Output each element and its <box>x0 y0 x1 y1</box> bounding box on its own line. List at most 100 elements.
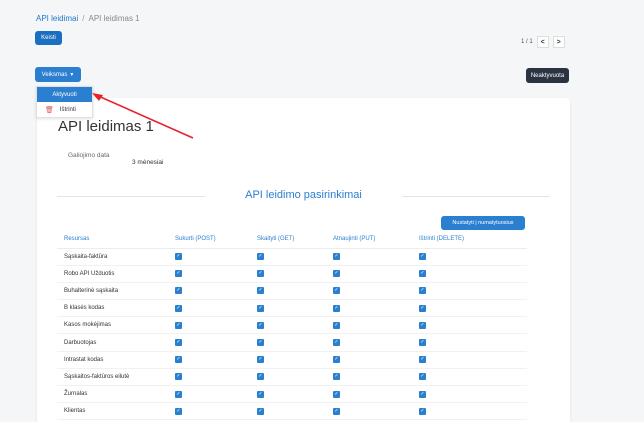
read-permission-cell: ✓ <box>257 299 333 318</box>
checkbox-checked-icon[interactable]: ✓ <box>257 339 264 347</box>
edit-button[interactable]: Keisti <box>35 31 62 45</box>
checkbox-checked-icon[interactable]: ✓ <box>333 373 340 381</box>
delete-permission-cell: ✓ <box>419 282 527 301</box>
checkbox-checked-icon[interactable]: ✓ <box>333 339 340 347</box>
table-row: Klientas ✓ ✓ ✓ ✓ <box>57 402 527 421</box>
update-permission-cell: ✓ <box>333 282 419 301</box>
breadcrumb-current: API leidimas 1 <box>88 14 140 23</box>
read-permission-cell: ✓ <box>257 385 333 404</box>
table-row: Robo API Užduotis ✓ ✓ ✓ ✓ <box>57 265 527 283</box>
column-header: Sukurti (POST) <box>175 231 257 249</box>
checkbox-checked-icon[interactable]: ✓ <box>333 287 340 295</box>
checkbox-checked-icon[interactable]: ✓ <box>333 253 340 261</box>
checkbox-checked-icon[interactable]: ✓ <box>257 304 264 312</box>
reset-defaults-button[interactable]: Nustatyti į numatytuosius <box>441 216 525 230</box>
trash-icon: 🗑 <box>45 106 54 114</box>
checkbox-checked-icon[interactable]: ✓ <box>175 270 182 278</box>
checkbox-checked-icon[interactable]: ✓ <box>175 339 182 347</box>
table-row: Sąskaitos-faktūros eilutė ✓ ✓ ✓ ✓ <box>57 368 527 387</box>
breadcrumb-parent-link[interactable]: API leidimai <box>36 14 78 23</box>
checkbox-checked-icon[interactable]: ✓ <box>175 321 182 329</box>
breadcrumb-separator: / <box>82 14 85 23</box>
read-permission-cell: ✓ <box>257 248 333 266</box>
table-row: Intrastat kodas ✓ ✓ ✓ ✓ <box>57 351 527 369</box>
checkbox-checked-icon[interactable]: ✓ <box>333 304 340 312</box>
column-header: Atnaujinti (PUT) <box>333 231 419 249</box>
checkbox-checked-icon[interactable]: ✓ <box>257 287 264 295</box>
checkbox-checked-icon[interactable]: ✓ <box>419 339 426 347</box>
create-permission-cell: ✓ <box>175 402 257 421</box>
read-permission-cell: ✓ <box>257 402 333 421</box>
checkbox-checked-icon[interactable]: ✓ <box>419 356 426 364</box>
delete-permission-cell: ✓ <box>419 368 527 387</box>
checkbox-checked-icon[interactable]: ✓ <box>333 390 340 398</box>
table-row: Buhalterinė sąskaita ✓ ✓ ✓ ✓ <box>57 282 527 301</box>
delete-permission-cell: ✓ <box>419 351 527 369</box>
checkbox-checked-icon[interactable]: ✓ <box>257 390 264 398</box>
checkbox-checked-icon[interactable]: ✓ <box>257 321 264 329</box>
resource-name: Robo API Užduotis <box>57 265 175 283</box>
breadcrumb: API leidimai / API leidimas 1 <box>36 14 140 23</box>
checkbox-checked-icon[interactable]: ✓ <box>175 356 182 364</box>
update-permission-cell: ✓ <box>333 316 419 335</box>
update-permission-cell: ✓ <box>333 248 419 266</box>
checkbox-checked-icon[interactable]: ✓ <box>175 373 182 381</box>
chevron-left-icon[interactable]: < <box>536 36 549 48</box>
actions-dropdown-button[interactable]: Veiksmas ▼ <box>35 67 81 82</box>
checkbox-checked-icon[interactable]: ✓ <box>333 407 340 415</box>
checkbox-checked-icon[interactable]: ✓ <box>175 253 182 261</box>
checkbox-checked-icon[interactable]: ✓ <box>419 253 426 261</box>
checkbox-checked-icon[interactable]: ✓ <box>257 270 264 278</box>
actions-label: Veiksmas <box>41 71 68 78</box>
activate-menu-item[interactable]: Aktyvuoti <box>37 87 92 102</box>
resource-name: Sąskaitos-faktūros eilutė <box>57 368 175 387</box>
checkbox-checked-icon[interactable]: ✓ <box>257 407 264 415</box>
checkbox-checked-icon[interactable]: ✓ <box>175 390 182 398</box>
permission-card: API leidimas 1 Galiojimo data 3 mėnesiai… <box>37 98 570 422</box>
table-row: Žurnalas ✓ ✓ ✓ ✓ <box>57 385 527 404</box>
read-permission-cell: ✓ <box>257 282 333 301</box>
checkbox-checked-icon[interactable]: ✓ <box>333 321 340 329</box>
pager-text: 1 / 1 <box>521 39 533 45</box>
resource-name: Žurnalas <box>57 385 175 404</box>
delete-permission-cell: ✓ <box>419 316 527 335</box>
validity-label: Galiojimo data <box>68 152 110 159</box>
checkbox-checked-icon[interactable]: ✓ <box>419 321 426 329</box>
read-permission-cell: ✓ <box>257 316 333 335</box>
inactive-status-button[interactable]: Neaktyvuota <box>526 68 569 83</box>
create-permission-cell: ✓ <box>175 265 257 283</box>
resource-name: B klasės kodas <box>57 299 175 318</box>
delete-permission-cell: ✓ <box>419 385 527 404</box>
checkbox-checked-icon[interactable]: ✓ <box>257 373 264 381</box>
chevron-right-icon[interactable]: > <box>552 36 565 48</box>
update-permission-cell: ✓ <box>333 333 419 352</box>
create-permission-cell: ✓ <box>175 248 257 266</box>
checkbox-checked-icon[interactable]: ✓ <box>175 304 182 312</box>
checkbox-checked-icon[interactable]: ✓ <box>175 407 182 415</box>
table-row: B klasės kodas ✓ ✓ ✓ ✓ <box>57 299 527 318</box>
checkbox-checked-icon[interactable]: ✓ <box>419 390 426 398</box>
table-row: Kasos mokėjimas ✓ ✓ ✓ ✓ <box>57 316 527 335</box>
checkbox-checked-icon[interactable]: ✓ <box>419 373 426 381</box>
actions-dropdown-menu: Aktyvuoti 🗑 Ištrinti <box>36 86 93 118</box>
delete-menu-item[interactable]: 🗑 Ištrinti <box>37 102 92 117</box>
resource-name: Buhalterinė sąskaita <box>57 282 175 301</box>
checkbox-checked-icon[interactable]: ✓ <box>257 356 264 364</box>
delete-permission-cell: ✓ <box>419 248 527 266</box>
validity-value: 3 mėnesiai <box>132 159 164 166</box>
update-permission-cell: ✓ <box>333 385 419 404</box>
checkbox-checked-icon[interactable]: ✓ <box>419 304 426 312</box>
checkbox-checked-icon[interactable]: ✓ <box>419 287 426 295</box>
checkbox-checked-icon[interactable]: ✓ <box>257 253 264 261</box>
update-permission-cell: ✓ <box>333 402 419 421</box>
checkbox-checked-icon[interactable]: ✓ <box>175 287 182 295</box>
read-permission-cell: ✓ <box>257 351 333 369</box>
delete-permission-cell: ✓ <box>419 265 527 283</box>
table-header-row: Resursas Sukurti (POST) Skaityti (GET) A… <box>57 231 527 249</box>
update-permission-cell: ✓ <box>333 351 419 369</box>
checkbox-checked-icon[interactable]: ✓ <box>419 270 426 278</box>
checkbox-checked-icon[interactable]: ✓ <box>333 356 340 364</box>
checkbox-checked-icon[interactable]: ✓ <box>333 270 340 278</box>
column-header: Resursas <box>57 231 175 249</box>
checkbox-checked-icon[interactable]: ✓ <box>419 407 426 415</box>
